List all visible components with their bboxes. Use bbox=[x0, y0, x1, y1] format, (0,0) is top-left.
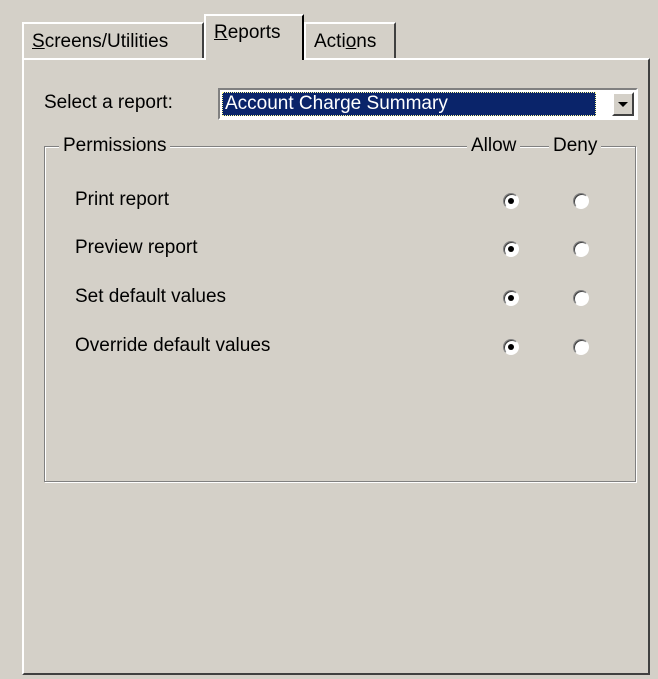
radio-selected-dot bbox=[508, 246, 514, 252]
report-dropdown-value[interactable]: Account Charge Summary bbox=[222, 92, 596, 116]
tab-label-part: eports bbox=[227, 22, 281, 43]
dropdown-arrow-button[interactable] bbox=[612, 92, 634, 116]
print-report-deny-radio[interactable] bbox=[573, 193, 589, 209]
permissions-group-label: Permissions bbox=[59, 135, 171, 157]
set-default-values-deny-radio[interactable] bbox=[573, 290, 589, 306]
tab-screens-utilities[interactable]: Screens/Utilities bbox=[22, 22, 204, 58]
tab-label-part: ns bbox=[356, 31, 377, 52]
permission-label-override-default-values: Override default values bbox=[75, 335, 271, 356]
radio-selected-dot bbox=[508, 344, 514, 350]
select-report-label: Select a report: bbox=[44, 92, 173, 113]
allow-column-header: Allow bbox=[467, 135, 521, 157]
deny-column-header: Deny bbox=[549, 135, 602, 157]
permissions-group: Permissions Allow Deny Print report Prev… bbox=[44, 135, 636, 482]
preview-report-deny-radio[interactable] bbox=[573, 241, 589, 257]
set-default-values-allow-radio[interactable] bbox=[503, 290, 519, 306]
tab-mnemonic: S bbox=[32, 31, 45, 52]
report-permissions-window: Screens/Utilities Reports Actions Select… bbox=[0, 0, 658, 679]
preview-report-allow-radio[interactable] bbox=[503, 241, 519, 257]
tab-label-part: Acti bbox=[314, 31, 346, 52]
tab-reports[interactable]: Reports bbox=[204, 14, 304, 60]
tab-mnemonic: o bbox=[345, 31, 357, 52]
override-default-values-deny-radio[interactable] bbox=[573, 339, 589, 355]
permission-label-preview-report: Preview report bbox=[75, 237, 198, 258]
print-report-allow-radio[interactable] bbox=[503, 193, 519, 209]
chevron-down-icon bbox=[618, 102, 628, 107]
permission-label-set-default-values: Set default values bbox=[75, 286, 227, 307]
override-default-values-allow-radio[interactable] bbox=[503, 339, 519, 355]
tab-label-part: creens/Utilities bbox=[44, 31, 169, 52]
radio-selected-dot bbox=[508, 295, 514, 301]
reports-tab-panel: Select a report: Account Charge Summary … bbox=[22, 58, 650, 675]
permission-label-print-report: Print report bbox=[75, 189, 169, 210]
report-dropdown[interactable]: Account Charge Summary bbox=[218, 88, 638, 120]
radio-selected-dot bbox=[508, 198, 514, 204]
tab-actions[interactable]: Actions bbox=[304, 22, 396, 58]
tab-mnemonic: R bbox=[214, 22, 228, 43]
